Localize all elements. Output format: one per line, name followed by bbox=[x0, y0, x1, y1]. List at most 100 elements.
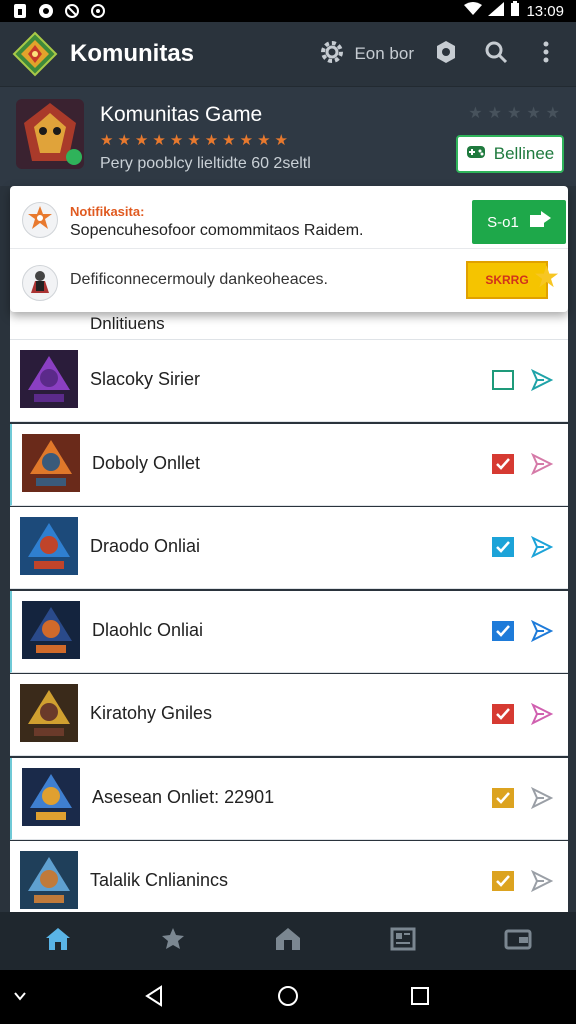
bottom-navigation bbox=[0, 912, 576, 970]
system-navigation-bar bbox=[0, 970, 576, 1024]
list-item[interactable]: Slacoky Sirier bbox=[10, 340, 568, 422]
news-icon bbox=[389, 926, 417, 957]
send-icon[interactable] bbox=[530, 702, 554, 726]
leaderboard-icon bbox=[159, 926, 187, 957]
send-icon[interactable] bbox=[530, 786, 554, 810]
list-item[interactable]: Kiratohy Gniles bbox=[10, 674, 568, 756]
online-button-label: Bellinee bbox=[493, 144, 555, 163]
star-icon: ★ bbox=[152, 132, 166, 149]
nav-leaderboard[interactable] bbox=[153, 921, 193, 961]
game-rating-stars: ★ ★ ★ ★ ★ ★ ★ ★ ★ ★ ★ bbox=[100, 133, 288, 148]
wifi-icon bbox=[464, 2, 483, 20]
battery-icon bbox=[510, 1, 520, 21]
list-item[interactable]: Doboly Onllet bbox=[10, 423, 568, 506]
user-rating-stars[interactable]: ★ ★ ★ ★ ★ bbox=[468, 103, 560, 123]
record-icon bbox=[38, 3, 54, 19]
list-item-checkbox[interactable] bbox=[492, 704, 514, 724]
list-item[interactable]: Talalik Cnlianincs bbox=[10, 841, 568, 912]
notification-text: Sopencuhesofoor comommitaos Raidem. bbox=[70, 222, 364, 239]
star-icon: ★ bbox=[487, 105, 502, 122]
notification-action-label: S-o1 bbox=[487, 213, 519, 231]
wallet-icon bbox=[504, 926, 532, 957]
game-icon bbox=[16, 99, 84, 169]
list-item-checkbox[interactable] bbox=[492, 871, 514, 891]
back-triangle-icon bbox=[143, 984, 165, 1012]
notification-card: Notifikasita: Sopencuhesofoor comommitao… bbox=[10, 186, 568, 312]
nav-news[interactable] bbox=[383, 921, 423, 961]
online-button[interactable]: Bellinee bbox=[456, 135, 564, 173]
notification-title: Notifikasita: bbox=[70, 204, 145, 219]
notification-avatar bbox=[22, 202, 58, 238]
game-subtitle: Pery pooblcy lieltidte 60 2seltl bbox=[100, 155, 311, 172]
list-item-checkbox[interactable] bbox=[492, 620, 514, 641]
overflow-menu-button[interactable] bbox=[528, 36, 564, 72]
list-item-label: Asesean Onliet: 22901 bbox=[92, 786, 275, 807]
list-item-label: Dlaohlc Onliai bbox=[92, 619, 204, 640]
list-item-checkbox[interactable] bbox=[492, 370, 514, 390]
badge-button[interactable] bbox=[428, 36, 464, 72]
list-item-label: Dnlitiuens bbox=[90, 314, 165, 333]
list-thumbnail bbox=[20, 517, 78, 575]
badge-icon bbox=[433, 39, 459, 70]
star-icon: ★ bbox=[239, 132, 254, 149]
settings-action[interactable]: Eon bor bbox=[318, 38, 414, 71]
system-home-button[interactable] bbox=[274, 984, 302, 1012]
notification-action-button[interactable]: S-o1 bbox=[472, 200, 566, 244]
sync-icon bbox=[90, 3, 106, 19]
sim-icon bbox=[12, 3, 28, 19]
list-thumbnail bbox=[22, 600, 80, 659]
system-recents-button[interactable] bbox=[406, 984, 434, 1012]
star-icon: ★ bbox=[468, 105, 483, 122]
list-item-label: Draodo Onliai bbox=[90, 536, 201, 556]
send-icon[interactable] bbox=[530, 368, 554, 392]
star-icon: ★ bbox=[545, 105, 560, 122]
notification-avatar bbox=[22, 265, 58, 301]
send-icon[interactable] bbox=[530, 869, 554, 893]
send-icon[interactable] bbox=[530, 619, 554, 643]
star-icon: ★ bbox=[533, 261, 560, 294]
list-item-label: Kiratohy Gniles bbox=[90, 703, 213, 723]
game-title: Komunitas Game bbox=[100, 103, 263, 126]
star-icon: ★ bbox=[222, 132, 236, 149]
search-icon bbox=[483, 39, 509, 70]
list-item[interactable]: Draodo Onliai bbox=[10, 507, 568, 589]
notification-row[interactable]: Defificonnecermouly dankeoheaces. SKRRG … bbox=[10, 249, 568, 312]
list-item-label: Slacoky Sirier bbox=[90, 369, 201, 389]
list-item-checkbox[interactable] bbox=[492, 453, 514, 474]
list-thumbnail bbox=[22, 433, 80, 492]
star-icon: ★ bbox=[169, 132, 184, 149]
star-icon: ★ bbox=[100, 132, 114, 149]
share-icon bbox=[529, 211, 551, 233]
notification-text: Defificonnecermouly dankeoheaces. bbox=[70, 271, 328, 288]
nav-shop[interactable] bbox=[268, 921, 308, 961]
home-circle-icon bbox=[276, 984, 300, 1013]
nav-wallet[interactable] bbox=[498, 921, 538, 961]
star-icon: ★ bbox=[187, 132, 201, 149]
star-icon: ★ bbox=[204, 132, 219, 149]
list-thumbnail bbox=[20, 350, 78, 408]
star-icon: ★ bbox=[117, 132, 131, 149]
notification-promo-label: SKRRG bbox=[485, 273, 529, 287]
notification-row[interactable]: Notifikasita: Sopencuhesofoor comommitao… bbox=[10, 186, 568, 249]
list-item-checkbox[interactable] bbox=[492, 537, 514, 557]
star-icon: ★ bbox=[134, 132, 149, 149]
star-icon: ★ bbox=[526, 105, 541, 122]
list-item-checkbox[interactable] bbox=[492, 787, 514, 808]
blocked-icon bbox=[64, 3, 80, 19]
system-collapse-button[interactable] bbox=[6, 984, 34, 1012]
list-item[interactable]: Dlaohlc Onliai bbox=[10, 590, 568, 673]
app-logo-icon bbox=[12, 31, 58, 77]
gamepad-icon bbox=[466, 143, 486, 166]
send-icon[interactable] bbox=[530, 452, 554, 476]
list-item[interactable]: Asesean Onliet: 22901 bbox=[10, 757, 568, 840]
gear-icon bbox=[318, 38, 346, 71]
signal-icon bbox=[488, 2, 505, 20]
nav-home[interactable] bbox=[38, 921, 78, 961]
action-label: Eon bor bbox=[354, 44, 414, 63]
system-back-button[interactable] bbox=[140, 984, 168, 1012]
status-bar: 13:09 bbox=[0, 0, 576, 22]
search-button[interactable] bbox=[478, 36, 514, 72]
list-thumbnail bbox=[20, 684, 78, 742]
burst-icon bbox=[27, 205, 53, 236]
send-icon[interactable] bbox=[530, 535, 554, 559]
